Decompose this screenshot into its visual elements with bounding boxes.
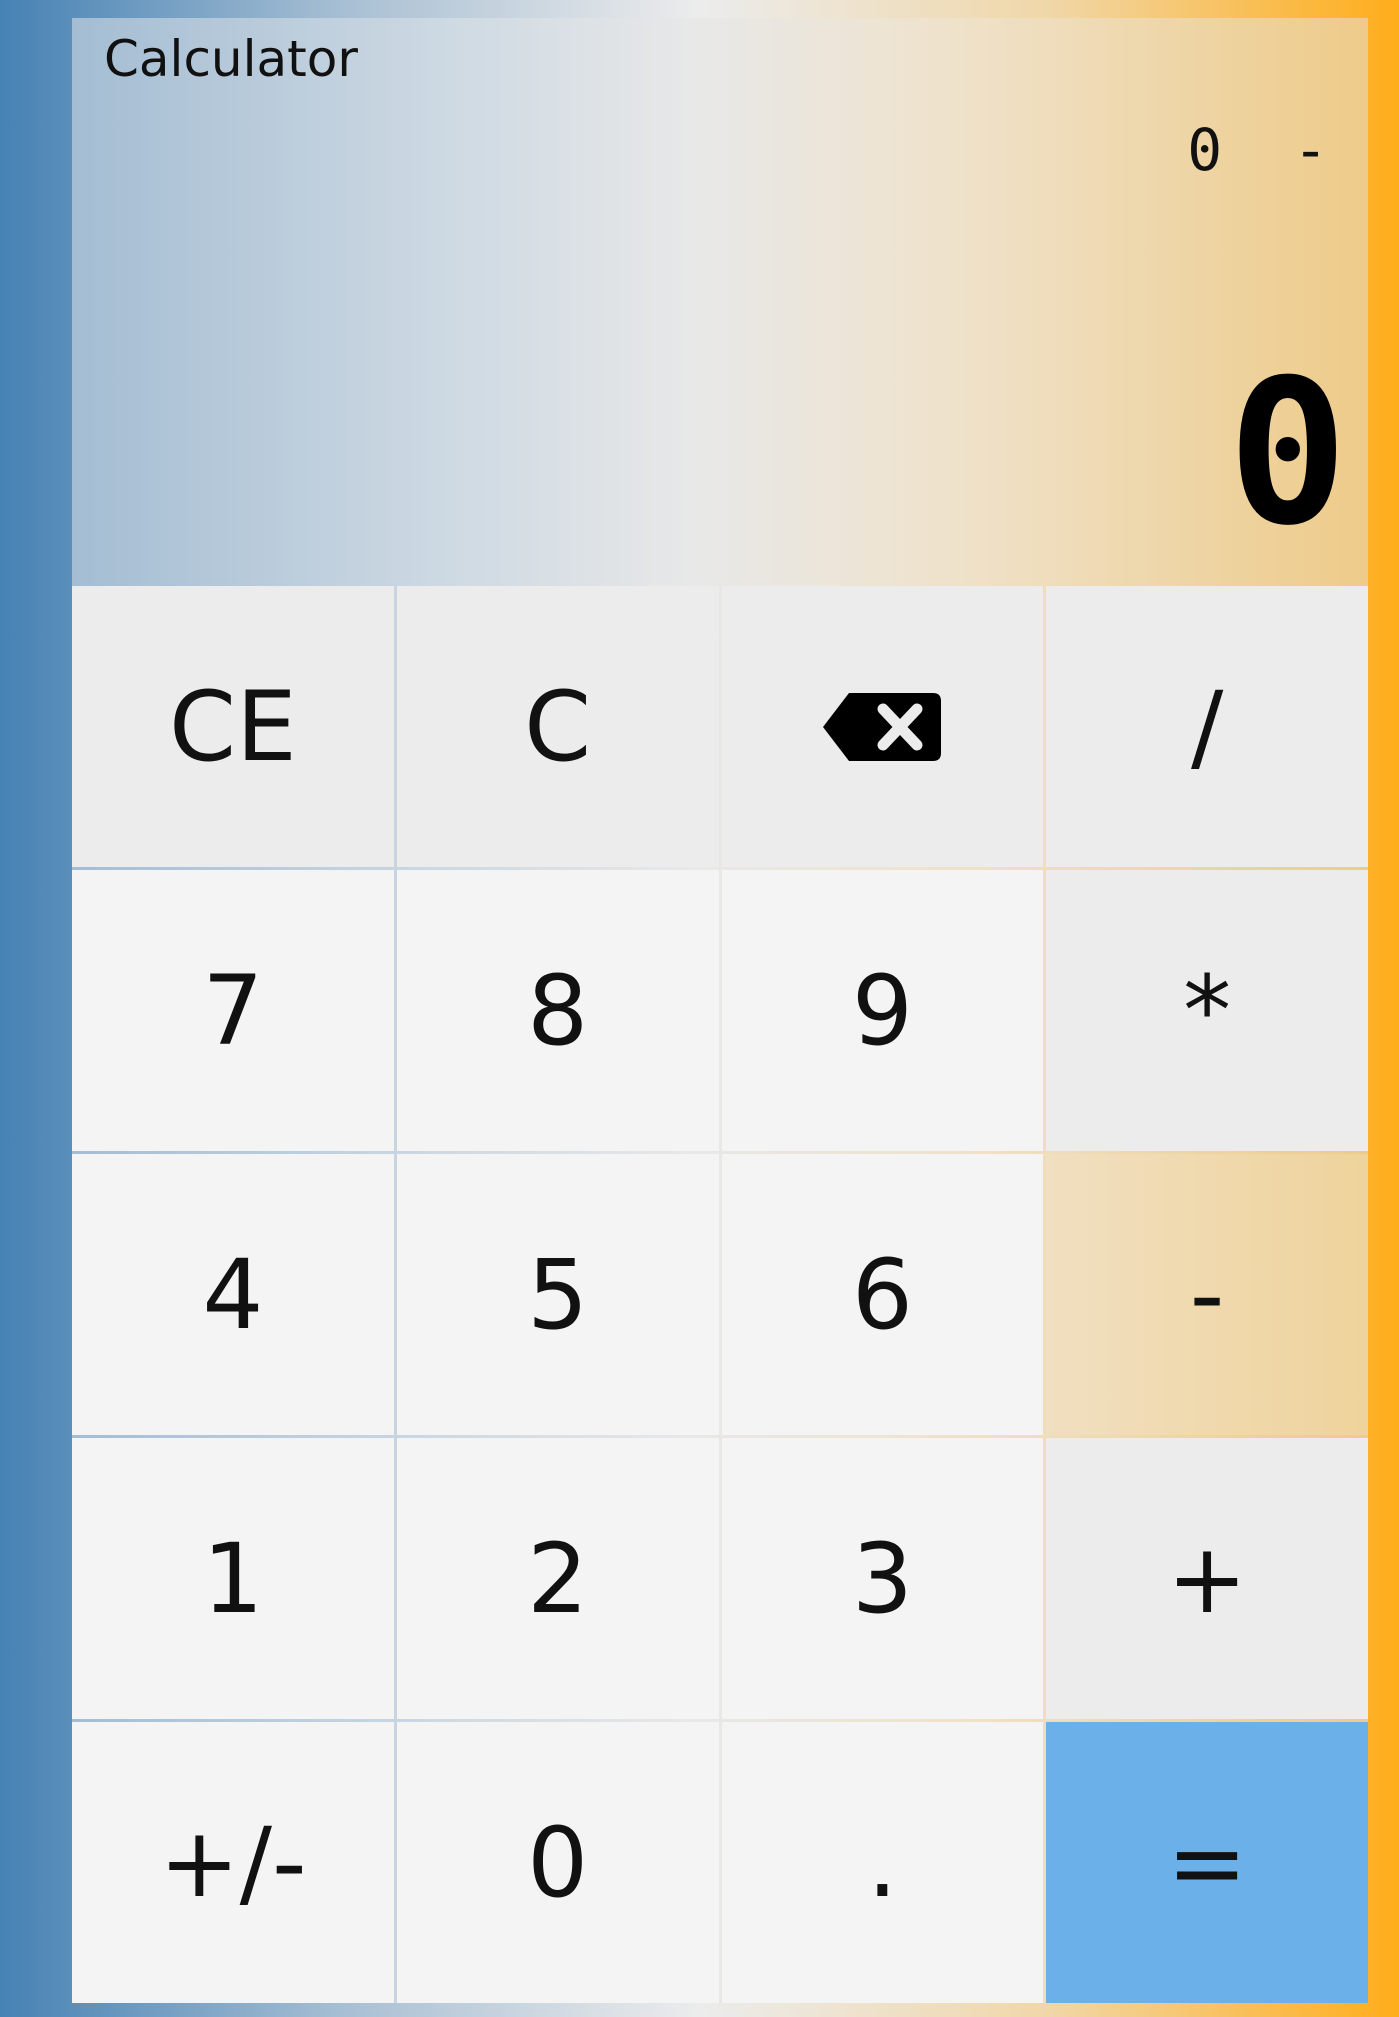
keypad: CE C / 7 8 9 * 4 5 6 - 1 2 3 + +/- 0 . =	[72, 586, 1368, 2003]
equals-button[interactable]: =	[1046, 1722, 1368, 2003]
digit-5-button[interactable]: 5	[396, 1154, 719, 1435]
digit-1-button[interactable]: 1	[72, 1438, 394, 1719]
digit-0-button[interactable]: 0	[396, 1722, 719, 2003]
multiply-button[interactable]: *	[1046, 870, 1368, 1151]
app-title: Calculator	[104, 30, 358, 88]
digit-3-button[interactable]: 3	[721, 1438, 1044, 1719]
digit-4-button[interactable]: 4	[72, 1154, 394, 1435]
digit-9-button[interactable]: 9	[721, 870, 1044, 1151]
backspace-icon	[823, 692, 942, 761]
expression-display: 0 -	[1187, 116, 1346, 184]
add-button[interactable]: +	[1046, 1438, 1368, 1719]
digit-6-button[interactable]: 6	[721, 1154, 1044, 1435]
digit-2-button[interactable]: 2	[396, 1438, 719, 1719]
subtract-button[interactable]: -	[1046, 1154, 1368, 1435]
backspace-button[interactable]	[721, 586, 1044, 867]
display-panel: Calculator 0 - 0	[72, 18, 1368, 586]
digit-7-button[interactable]: 7	[72, 870, 394, 1151]
result-display: 0	[1227, 337, 1348, 570]
decimal-button[interactable]: .	[721, 1722, 1044, 2003]
clear-button[interactable]: C	[396, 586, 719, 867]
calculator-window: Calculator 0 - 0 CE C / 7 8 9 * 4 5 6 - …	[72, 18, 1368, 2003]
digit-8-button[interactable]: 8	[396, 870, 719, 1151]
negate-button[interactable]: +/-	[72, 1722, 394, 2003]
divide-button[interactable]: /	[1046, 586, 1368, 867]
clear-entry-button[interactable]: CE	[72, 586, 394, 867]
